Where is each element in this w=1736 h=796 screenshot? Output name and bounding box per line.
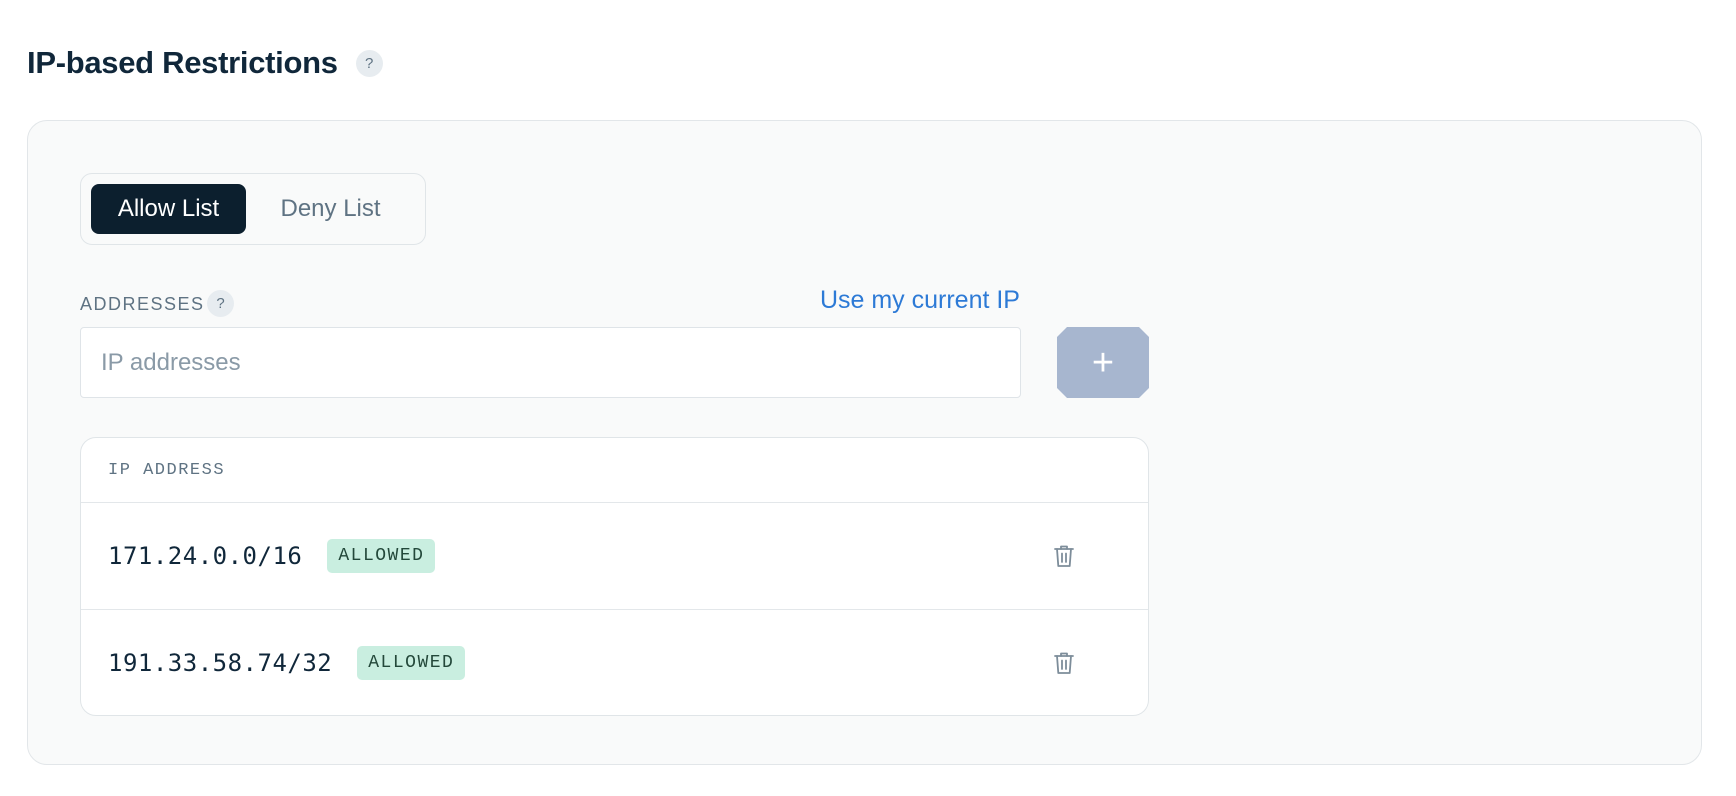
trash-icon[interactable] xyxy=(1049,648,1079,678)
tab-allow-list[interactable]: Allow List xyxy=(91,184,247,234)
addresses-label: ADDRESSES xyxy=(80,294,205,314)
page-title: IP-based Restrictions xyxy=(27,45,338,80)
ip-address-value: 171.24.0.0/16 xyxy=(108,542,303,570)
list-type-toggle: Allow List Deny List xyxy=(80,173,426,245)
ip-restrictions-panel: Allow List Deny List ADDRESSES ? Use my … xyxy=(27,120,1702,765)
tab-deny-list[interactable]: Deny List xyxy=(246,184,415,234)
section-header: IP-based Restrictions ? xyxy=(27,40,383,86)
table-header: IP ADDRESS xyxy=(81,438,1148,503)
ip-address-table: IP ADDRESS 171.24.0.0/16 ALLOWED 191.33.… xyxy=(80,437,1149,716)
ip-address-value: 191.33.58.74/32 xyxy=(108,648,333,677)
help-icon[interactable]: ? xyxy=(355,49,383,77)
add-address-button[interactable]: + xyxy=(1057,327,1149,398)
status-badge: ALLOWED xyxy=(327,539,436,573)
table-row: 171.24.0.0/16 ALLOWED xyxy=(81,503,1148,609)
column-header-ip-address: IP ADDRESS xyxy=(108,460,226,480)
plus-icon: + xyxy=(1091,341,1115,384)
table-row: 191.33.58.74/32 ALLOWED xyxy=(81,609,1148,715)
addresses-label-row: ADDRESSES ? Use my current IP xyxy=(80,284,1020,324)
status-badge: ALLOWED xyxy=(357,645,466,680)
use-current-ip-link[interactable]: Use my current IP xyxy=(820,286,1020,315)
addresses-help-icon[interactable]: ? xyxy=(207,290,234,317)
trash-icon[interactable] xyxy=(1049,541,1079,571)
ip-addresses-input[interactable] xyxy=(80,327,1021,398)
